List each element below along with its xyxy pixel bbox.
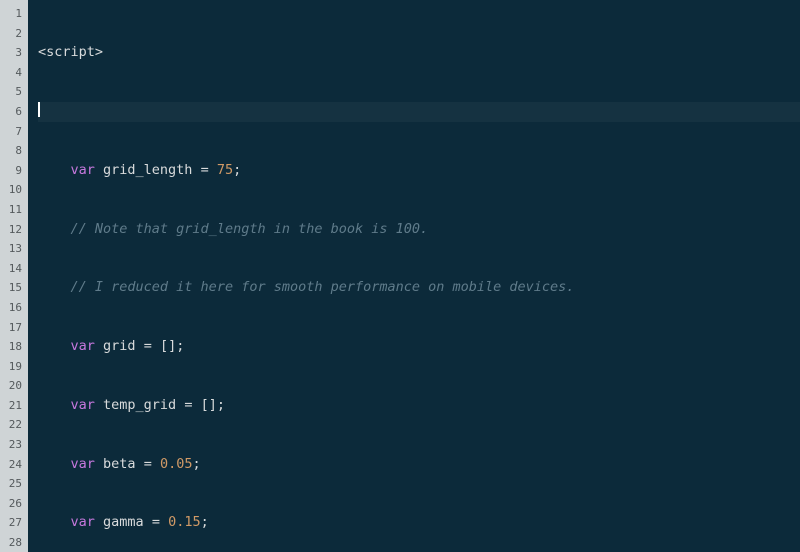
code-line[interactable]: <script> xyxy=(38,43,800,63)
code-line[interactable]: // Note that grid_length in the book is … xyxy=(38,220,800,240)
line-number: 12 xyxy=(0,220,28,240)
line-number: 2 xyxy=(0,24,28,44)
line-number: 7 xyxy=(0,122,28,142)
code-line[interactable]: // I reduced it here for smooth performa… xyxy=(38,278,800,298)
line-number: 16 xyxy=(0,298,28,318)
line-number: 8 xyxy=(0,141,28,161)
line-number-gutter: 1 2 3 4 5 6 7 8 9 10 11 12 13 14 15 16 1… xyxy=(0,0,28,552)
code-area[interactable]: <script> var grid_length = 75; // Note t… xyxy=(28,0,800,552)
line-number: 28 xyxy=(0,533,28,552)
line-number: 20 xyxy=(0,376,28,396)
line-number: 11 xyxy=(0,200,28,220)
line-number: 22 xyxy=(0,415,28,435)
code-editor[interactable]: 1 2 3 4 5 6 7 8 9 10 11 12 13 14 15 16 1… xyxy=(0,0,800,552)
line-number: 6 xyxy=(0,102,28,122)
line-number: 1 xyxy=(0,4,28,24)
line-number: 18 xyxy=(0,337,28,357)
line-number: 19 xyxy=(0,357,28,377)
line-number: 26 xyxy=(0,494,28,514)
line-number: 5 xyxy=(0,82,28,102)
line-number: 13 xyxy=(0,239,28,259)
text-cursor xyxy=(38,102,40,117)
line-number: 23 xyxy=(0,435,28,455)
line-number: 21 xyxy=(0,396,28,416)
line-number: 27 xyxy=(0,513,28,533)
line-number: 17 xyxy=(0,318,28,338)
line-number: 3 xyxy=(0,43,28,63)
code-line[interactable]: var gamma = 0.15; xyxy=(38,513,800,533)
code-line[interactable]: var beta = 0.05; xyxy=(38,455,800,475)
line-number: 24 xyxy=(0,455,28,475)
line-number: 9 xyxy=(0,161,28,181)
line-number: 4 xyxy=(0,63,28,83)
line-number: 15 xyxy=(0,278,28,298)
line-number: 14 xyxy=(0,259,28,279)
code-line[interactable]: var grid_length = 75; xyxy=(38,161,800,181)
code-line[interactable] xyxy=(38,102,800,122)
line-number: 25 xyxy=(0,474,28,494)
code-line[interactable]: var grid = []; xyxy=(38,337,800,357)
code-line[interactable]: var temp_grid = []; xyxy=(38,396,800,416)
line-number: 10 xyxy=(0,180,28,200)
